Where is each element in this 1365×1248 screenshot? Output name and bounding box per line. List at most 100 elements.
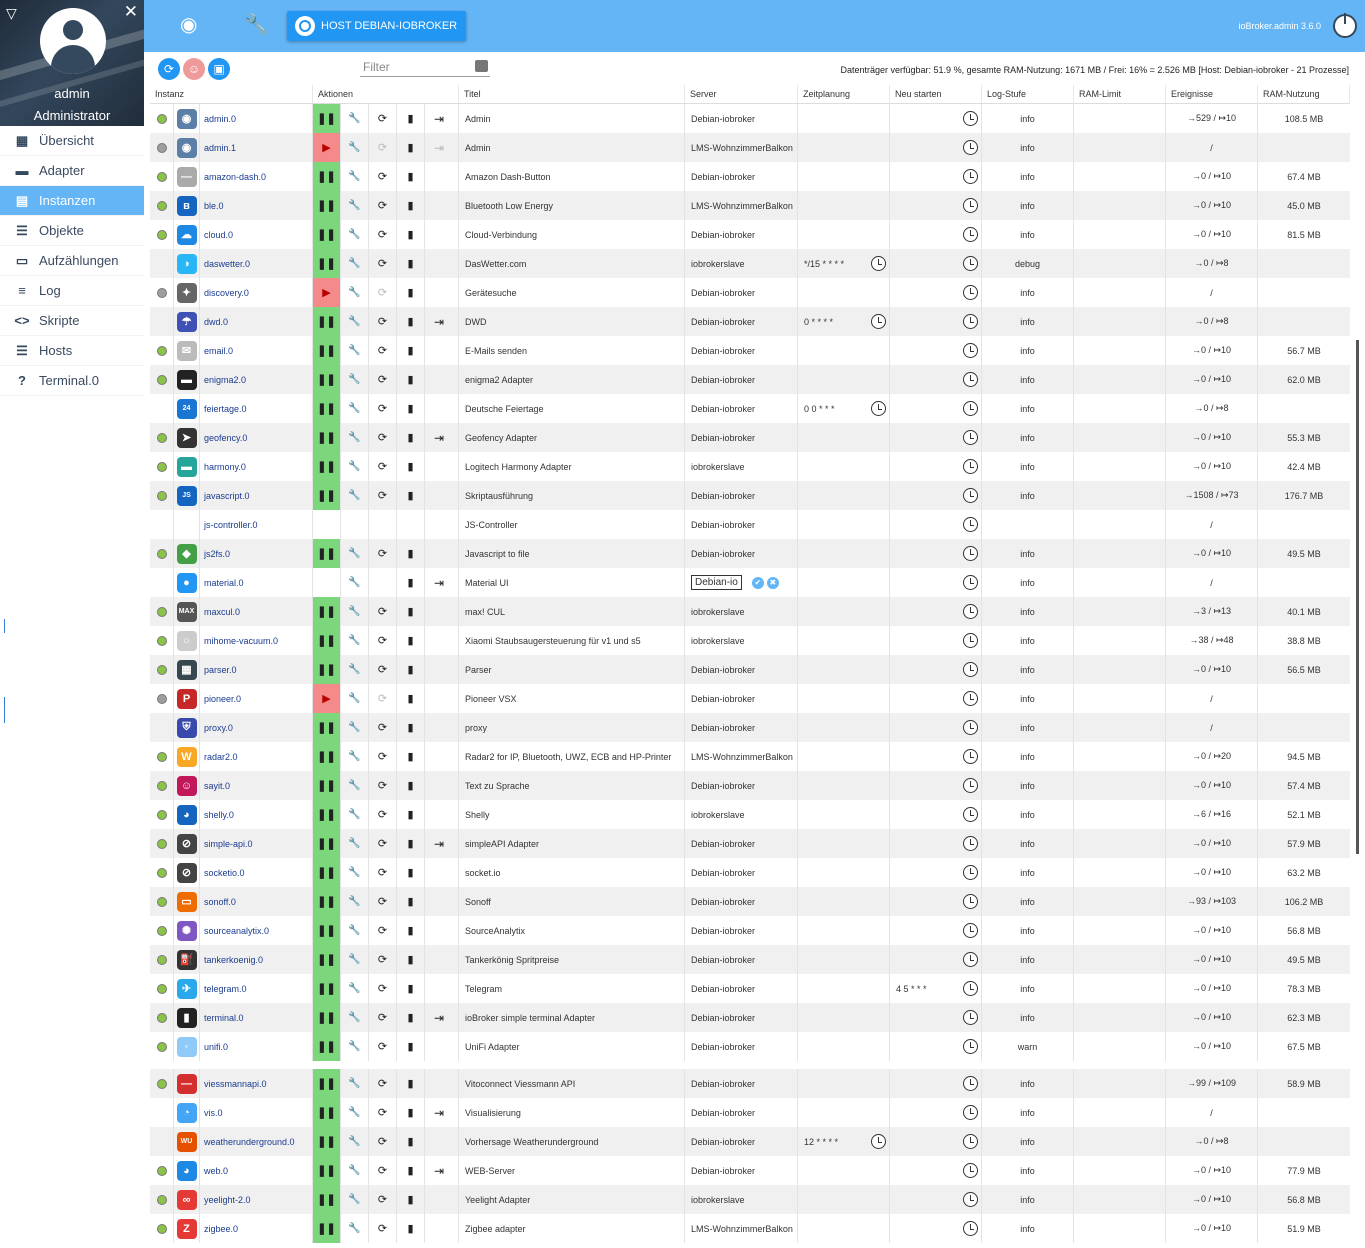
ram-limit[interactable] [1074, 1032, 1166, 1061]
delete-icon[interactable]: ▮ [397, 713, 425, 742]
delete-icon[interactable]: ▮ [397, 249, 425, 278]
ram-limit[interactable] [1074, 713, 1166, 742]
instance-name[interactable]: yeelight-2.0 [200, 1185, 313, 1214]
clock-icon[interactable] [871, 401, 886, 416]
instance-name[interactable]: harmony.0 [200, 452, 313, 481]
server-cell[interactable]: Debian-iobroker [685, 162, 798, 191]
clock-icon[interactable] [963, 604, 978, 619]
clock-icon[interactable] [963, 923, 978, 938]
config-wrench-icon[interactable]: 🔧 [341, 858, 369, 887]
restart-icon[interactable]: ⟳ [369, 742, 397, 771]
server-cell[interactable]: Debian-iobroker [685, 278, 798, 307]
delete-icon[interactable]: ▮ [397, 423, 425, 452]
restart-icon[interactable]: ⟳ [369, 162, 397, 191]
sidebar-item-objekte[interactable]: ☰ Objekte [0, 216, 144, 246]
config-wrench-icon[interactable]: 🔧 [341, 800, 369, 829]
open-link-icon[interactable]: ⇥ [425, 423, 453, 452]
instance-name[interactable]: zigbee.0 [200, 1214, 313, 1243]
config-wrench-icon[interactable]: 🔧 [341, 336, 369, 365]
server-cell[interactable]: Debian-iobroker [685, 423, 798, 452]
config-wrench-icon[interactable]: 🔧 [341, 191, 369, 220]
pause-button[interactable]: ❚❚ [313, 249, 341, 278]
server-cell[interactable]: iobrokerslave [685, 1185, 798, 1214]
delete-icon[interactable]: ▮ [397, 858, 425, 887]
ram-limit[interactable] [1074, 655, 1166, 684]
server-cell[interactable]: Debian-iobroker [685, 1127, 798, 1156]
log-level[interactable]: info [982, 568, 1074, 597]
config-wrench-icon[interactable]: 🔧 [341, 974, 369, 1003]
pause-button[interactable]: ❚❚ [313, 336, 341, 365]
open-link-icon[interactable]: ⇥ [425, 1156, 453, 1185]
server-cell[interactable]: Debian-iobroker [685, 945, 798, 974]
config-wrench-icon[interactable]: 🔧 [341, 1127, 369, 1156]
instance-name[interactable]: unifi.0 [200, 1032, 313, 1061]
ram-limit[interactable] [1074, 336, 1166, 365]
instance-name[interactable]: js-controller.0 [200, 510, 313, 539]
clock-icon[interactable] [963, 575, 978, 590]
instance-name[interactable]: maxcul.0 [200, 597, 313, 626]
restart-icon[interactable]: ⟳ [369, 713, 397, 742]
restart-icon[interactable]: ⟳ [369, 423, 397, 452]
pause-button[interactable]: ❚❚ [313, 1069, 341, 1098]
col-server[interactable]: Server [685, 85, 798, 103]
restart-icon[interactable]: ⟳ [369, 278, 397, 307]
config-wrench-icon[interactable]: 🔧 [341, 1003, 369, 1032]
ram-limit[interactable] [1074, 307, 1166, 336]
restart-icon[interactable]: ⟳ [369, 365, 397, 394]
clock-icon[interactable] [963, 691, 978, 706]
instance-name[interactable]: email.0 [200, 336, 313, 365]
log-level[interactable]: info [982, 858, 1074, 887]
log-level[interactable]: info [982, 539, 1074, 568]
clock-icon[interactable] [963, 343, 978, 358]
ram-limit[interactable] [1074, 104, 1166, 133]
config-wrench-icon[interactable]: 🔧 [341, 771, 369, 800]
instance-name[interactable]: geofency.0 [200, 423, 313, 452]
instance-name[interactable]: radar2.0 [200, 742, 313, 771]
server-cell[interactable]: Debian-iobroker [685, 858, 798, 887]
log-level[interactable]: info [982, 771, 1074, 800]
clock-icon[interactable] [963, 372, 978, 387]
clear-filter-icon[interactable] [475, 60, 488, 72]
sidebar-item-aufz-hlungen[interactable]: ▭ Aufzählungen [0, 246, 144, 276]
delete-icon[interactable]: ▮ [397, 974, 425, 1003]
server-cell[interactable]: Debian-iobroker [685, 336, 798, 365]
restart-icon[interactable]: ⟳ [369, 394, 397, 423]
server-cell[interactable]: Debian-iobroker [685, 916, 798, 945]
start-button[interactable]: ▶ [313, 278, 341, 307]
server-cell[interactable]: LMS-WohnzimmerBalkon [685, 742, 798, 771]
server-cell[interactable]: Debian-iobroker [685, 220, 798, 249]
filter-input[interactable]: Filter [360, 60, 490, 77]
ram-limit[interactable] [1074, 249, 1166, 278]
server-cell[interactable]: Debian-iobroker [685, 394, 798, 423]
instance-name[interactable]: daswetter.0 [200, 249, 313, 278]
server-cell[interactable]: iobrokerslave [685, 249, 798, 278]
clock-icon[interactable] [963, 1039, 978, 1054]
server-cell[interactable]: LMS-WohnzimmerBalkon [685, 133, 798, 162]
restart-icon[interactable]: ⟳ [369, 133, 397, 162]
config-wrench-icon[interactable]: 🔧 [341, 133, 369, 162]
delete-icon[interactable]: ▮ [397, 278, 425, 307]
restart-icon[interactable]: ⟳ [369, 336, 397, 365]
pause-button[interactable]: ❚❚ [313, 220, 341, 249]
confirm-icon[interactable]: ✔ [751, 576, 764, 589]
open-link-icon[interactable]: ⇥ [425, 133, 453, 162]
clock-icon[interactable] [963, 198, 978, 213]
instance-name[interactable]: material.0 [200, 568, 313, 597]
instance-name[interactable]: sourceanalytix.0 [200, 916, 313, 945]
delete-icon[interactable]: ▮ [397, 104, 425, 133]
close-icon[interactable]: ✕ [124, 3, 138, 20]
ram-limit[interactable] [1074, 684, 1166, 713]
log-level[interactable]: info [982, 974, 1074, 1003]
pause-button[interactable]: ❚❚ [313, 307, 341, 336]
log-level[interactable]: info [982, 887, 1074, 916]
delete-icon[interactable]: ▮ [397, 1214, 425, 1243]
server-cell[interactable]: iobrokerslave [685, 626, 798, 655]
log-level[interactable]: info [982, 423, 1074, 452]
sidebar-item-adapter[interactable]: ▬ Adapter [0, 156, 144, 186]
delete-icon[interactable]: ▮ [397, 771, 425, 800]
config-wrench-icon[interactable]: 🔧 [341, 887, 369, 916]
restart-icon[interactable]: ⟳ [369, 974, 397, 1003]
delete-icon[interactable]: ▮ [397, 394, 425, 423]
open-link-icon[interactable]: ⇥ [425, 1003, 453, 1032]
restart-icon[interactable]: ⟳ [369, 481, 397, 510]
